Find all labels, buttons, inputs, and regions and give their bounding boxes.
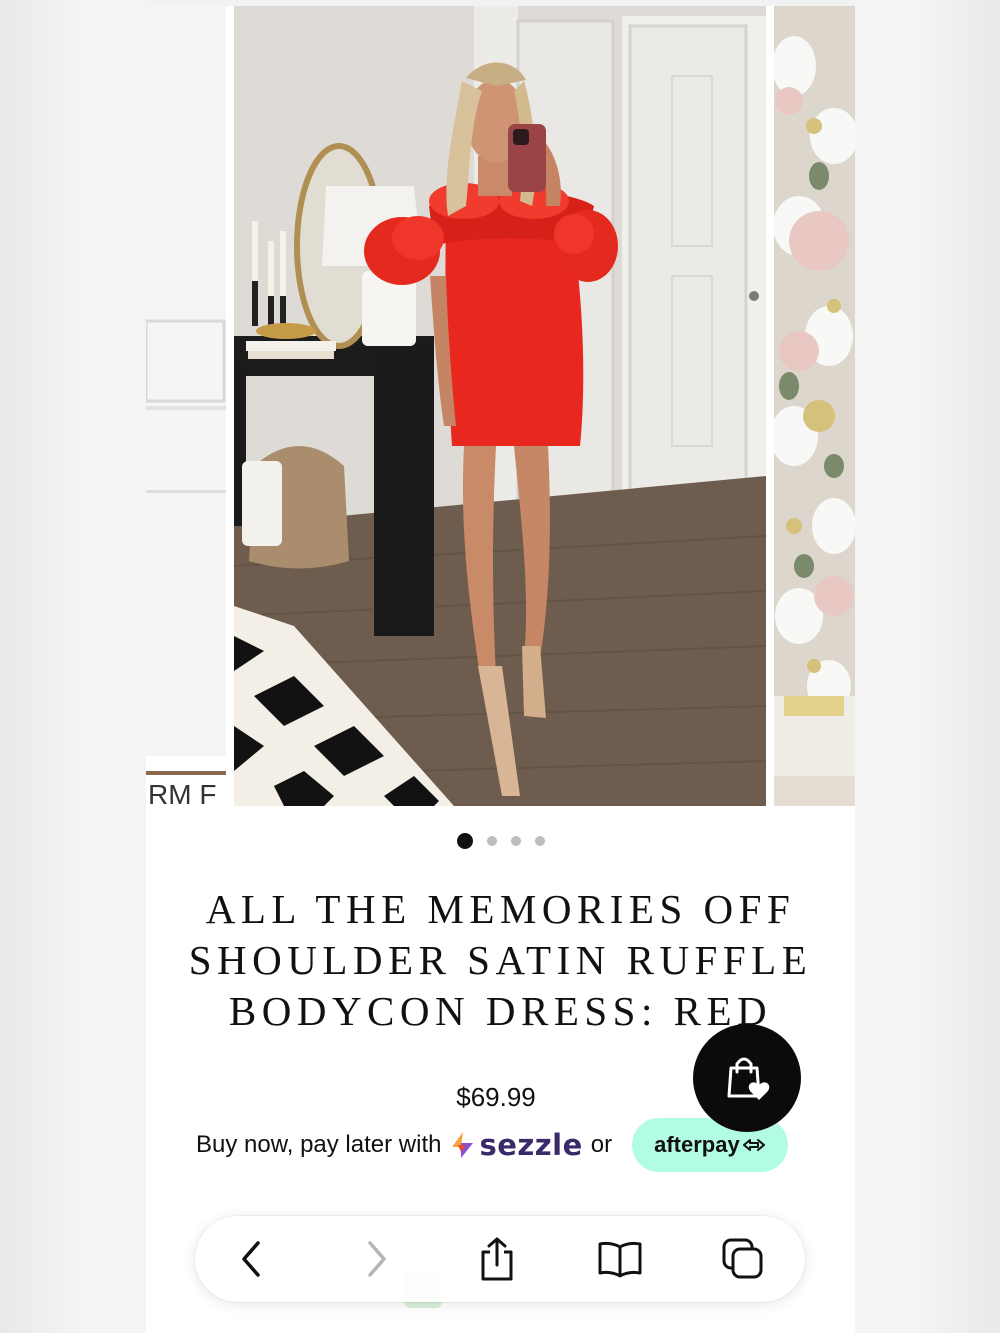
pagination-dot-3[interactable] (510, 836, 521, 846)
product-image (234, 6, 766, 806)
product-title: ALL THE MEMORIES OFF SHOULDER SATIN RUFF… (188, 886, 813, 1034)
chevron-right-icon (368, 1241, 386, 1277)
previous-slide-image: RM F (146, 6, 226, 806)
image-gallery[interactable]: RM F (146, 6, 855, 806)
back-button[interactable] (226, 1234, 276, 1284)
product-page: RM F ALL THE MEMORIES OFF SHOULDER SATIN… (146, 0, 855, 1333)
pagination-dot-4[interactable] (534, 836, 545, 846)
afterpay-wordmark: afterpay (654, 1132, 740, 1157)
sezzle-logo[interactable]: sezzle (449, 1128, 582, 1162)
sign-text: RM F (148, 779, 216, 806)
browser-toolbar (195, 1216, 805, 1302)
gallery-pagination[interactable] (146, 833, 855, 849)
forward-button[interactable] (352, 1234, 402, 1284)
tabs-icon (722, 1238, 763, 1279)
next-slide-image (774, 6, 855, 806)
book-icon (598, 1241, 642, 1278)
wishlist-bag-button[interactable] (693, 1024, 801, 1132)
share-button[interactable] (472, 1234, 522, 1284)
chevron-left-icon (242, 1241, 260, 1277)
shopping-bag-heart-icon (727, 1057, 770, 1100)
gallery-slide-previous[interactable]: RM F (146, 6, 226, 806)
tabs-button[interactable] (718, 1234, 768, 1284)
sezzle-logo-icon (452, 1132, 474, 1158)
afterpay-loop-icon (742, 1139, 765, 1151)
bnpl-prefix: Buy now, pay later with (196, 1131, 442, 1158)
pagination-dot-2[interactable] (486, 836, 497, 846)
gallery-slide-next[interactable] (774, 6, 855, 806)
sezzle-wordmark: sezzle (479, 1128, 583, 1162)
bnpl-or: or (590, 1131, 613, 1158)
pagination-dot-1[interactable] (456, 833, 473, 849)
bookmarks-button[interactable] (595, 1234, 645, 1284)
gallery-slide-main[interactable] (234, 6, 766, 806)
bnpl-row: Buy now, pay later with sezzle or afterp… (196, 1118, 788, 1172)
share-icon (481, 1237, 513, 1281)
